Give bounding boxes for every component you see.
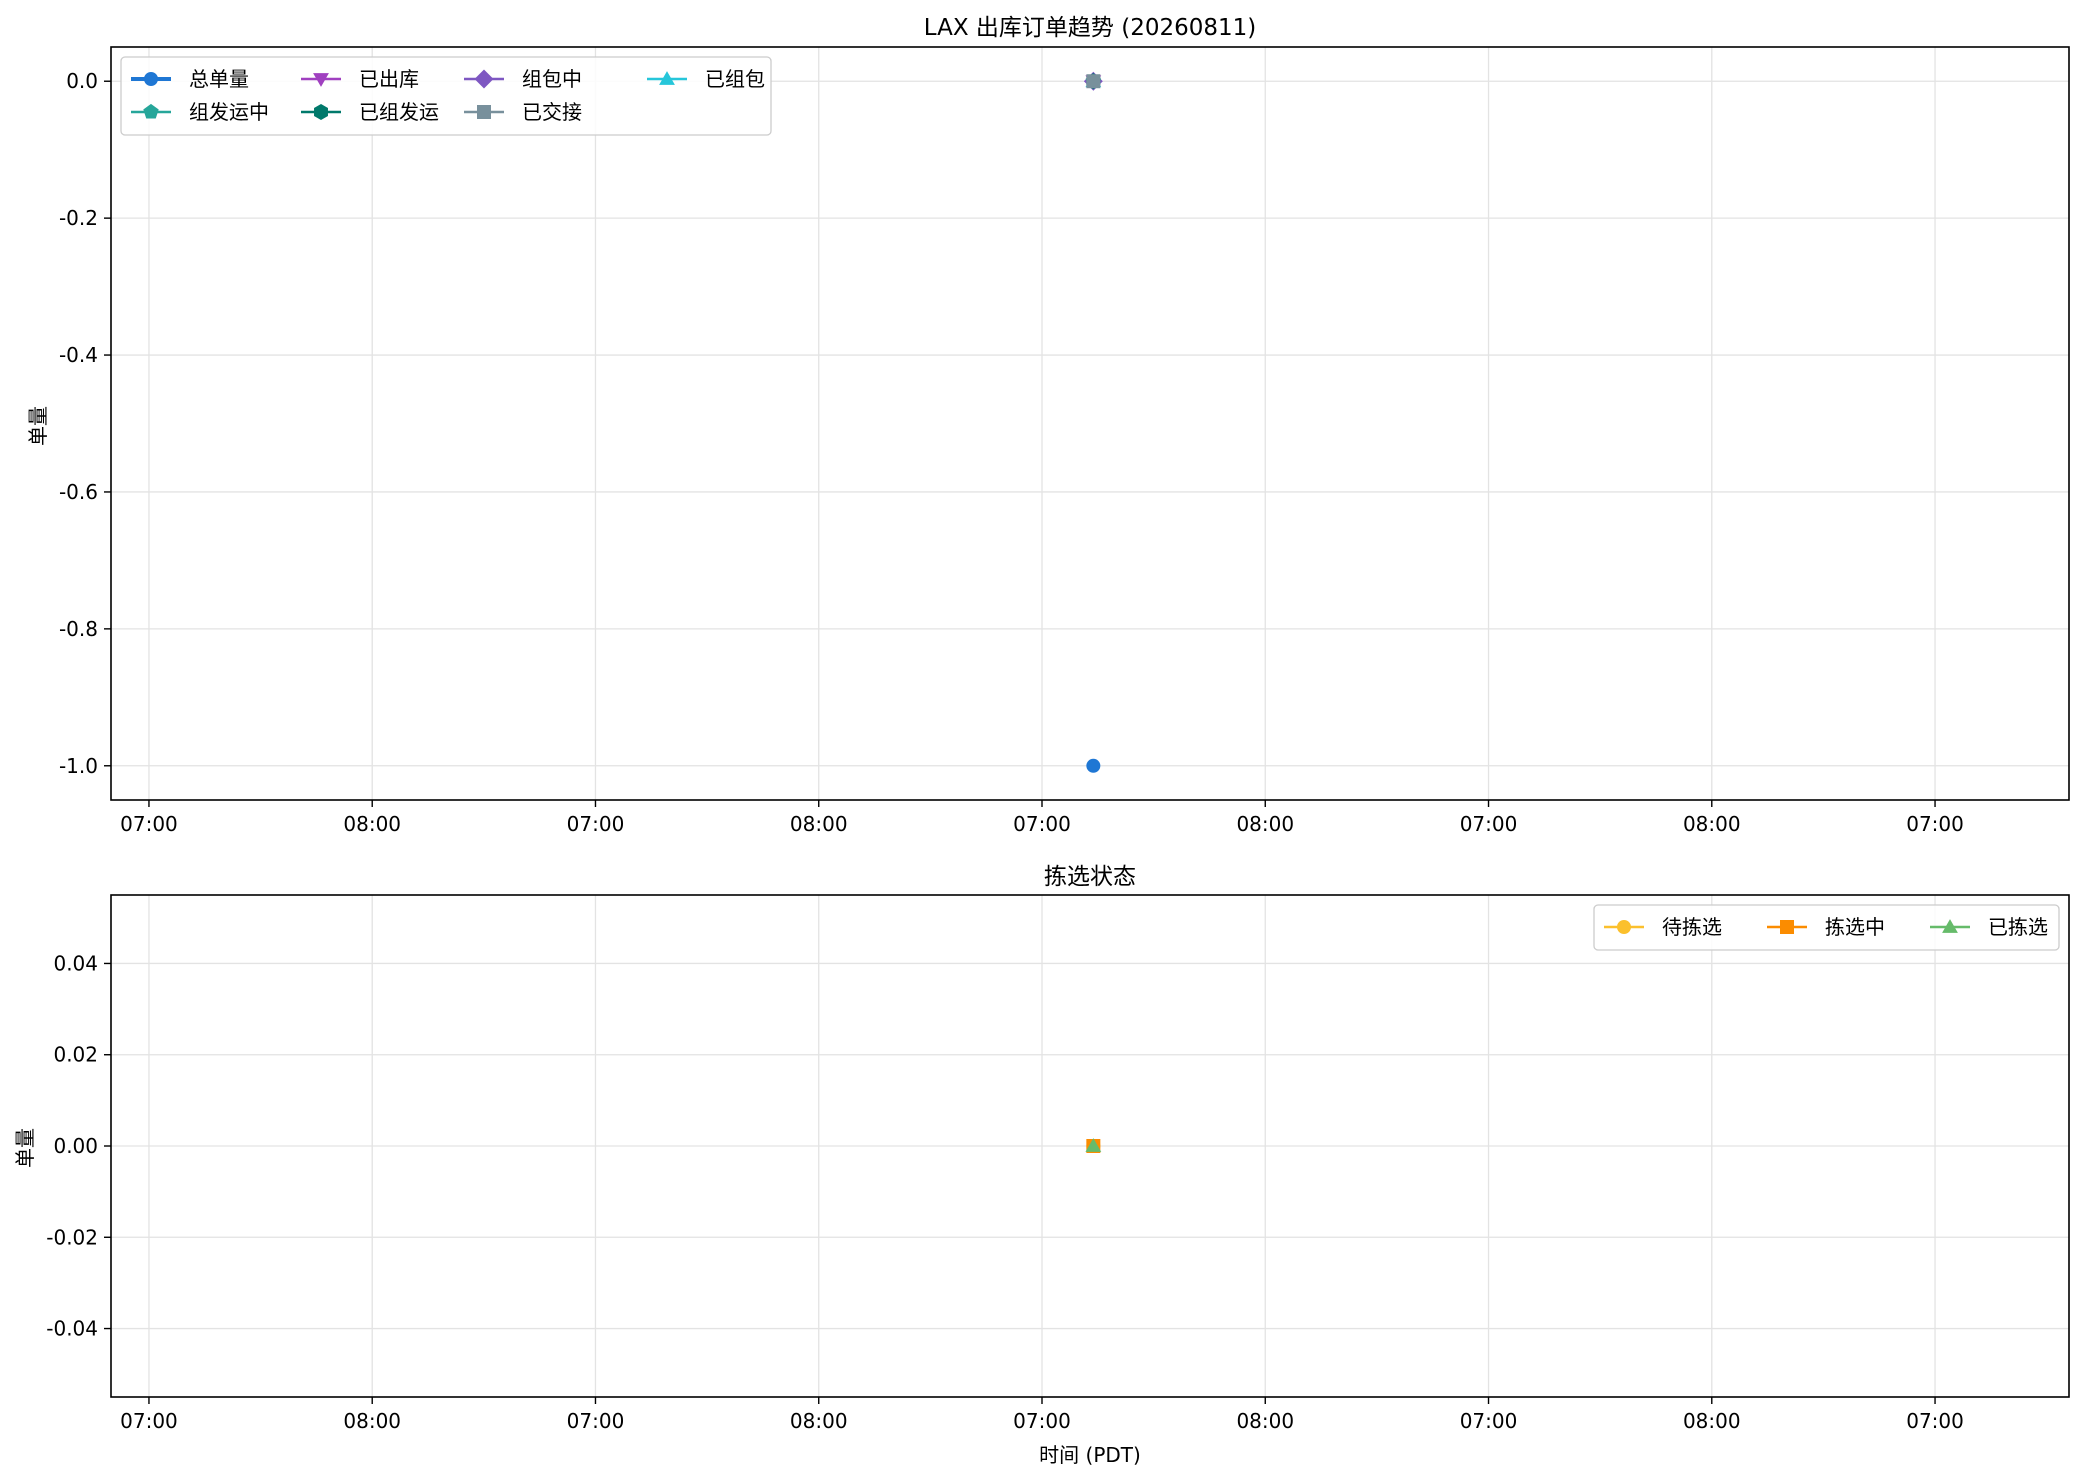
x-tick-label: 08:00: [343, 812, 401, 836]
legend-marker: [1617, 920, 1631, 934]
legend-marker: [477, 105, 491, 119]
legend: 总单量 已出库 组包中 已组包组发运中 已组发运 已交接: [120, 56, 772, 136]
x-tick-label: 07:00: [120, 812, 178, 836]
x-tick-label: 08:00: [1683, 812, 1741, 836]
x-tick-label: 08:00: [343, 1409, 401, 1433]
y-tick-label: -0.6: [59, 480, 98, 504]
legend-marker: [1780, 920, 1794, 934]
legend-marker: [144, 72, 158, 86]
x-tick-label: 07:00: [1906, 812, 1964, 836]
y-tick-label: -1.0: [59, 754, 98, 778]
y-tick-label: -0.2: [59, 206, 98, 230]
legend-label: 总单量: [189, 67, 249, 91]
legend-label: 已出库: [359, 67, 419, 91]
chart-title: LAX 出库订单趋势 (20260811): [924, 15, 1256, 41]
legend-label: 已拣选: [1988, 915, 2048, 939]
y-tick-label: -0.8: [59, 617, 98, 641]
x-tick-label: 08:00: [1236, 1409, 1294, 1433]
y-tick-label: -0.04: [46, 1317, 98, 1341]
y-tick-label: 0.0: [66, 69, 98, 93]
x-tick-label: 07:00: [1460, 1409, 1518, 1433]
x-axis-label: 时间 (PDT): [1039, 1443, 1141, 1467]
x-tick-label: 08:00: [1683, 1409, 1741, 1433]
legend-label: 拣选中: [1825, 915, 1885, 939]
x-tick-label: 08:00: [1236, 812, 1294, 836]
x-tick-label: 07:00: [567, 1409, 625, 1433]
plot-marks: [1085, 1138, 1102, 1153]
y-tick-label: 0.00: [53, 1134, 98, 1158]
x-tick-label: 07:00: [1013, 812, 1071, 836]
chart-title: 拣选状态: [1044, 864, 1136, 890]
x-tick-label: 08:00: [790, 812, 848, 836]
y-axis-label: 单量: [26, 406, 50, 446]
x-tick-label: 07:00: [1460, 812, 1518, 836]
legend-label: 组发运中: [189, 100, 269, 124]
legend-label: 待拣选: [1662, 915, 1722, 939]
legend-label: 组包中: [522, 67, 582, 91]
x-tick-label: 07:00: [1906, 1409, 1964, 1433]
y-tick-label: 0.02: [53, 1043, 98, 1067]
legend: 待拣选 拣选中 已拣选: [1593, 904, 2060, 951]
legend-marker: [314, 103, 328, 121]
y-tick-label: 0.04: [53, 951, 98, 975]
y-axis-label: 单量: [13, 1128, 37, 1168]
legend-label: 已交接: [522, 100, 582, 124]
x-tick-label: 08:00: [790, 1409, 848, 1433]
figure: LAX 出库订单趋势 (20260811) 单量 07:00 08:00 07:00…: [0, 0, 2083, 1479]
data-point: [1086, 758, 1101, 773]
x-tick-label: 07:00: [120, 1409, 178, 1433]
x-tick-label: 07:00: [567, 812, 625, 836]
legend-label: 已组发运: [359, 100, 439, 124]
y-tick-label: -0.4: [59, 343, 98, 367]
legend-label: 已组包: [705, 67, 765, 91]
y-tick-label: -0.02: [46, 1225, 98, 1249]
data-point: [1086, 74, 1101, 89]
x-tick-label: 07:00: [1013, 1409, 1071, 1433]
